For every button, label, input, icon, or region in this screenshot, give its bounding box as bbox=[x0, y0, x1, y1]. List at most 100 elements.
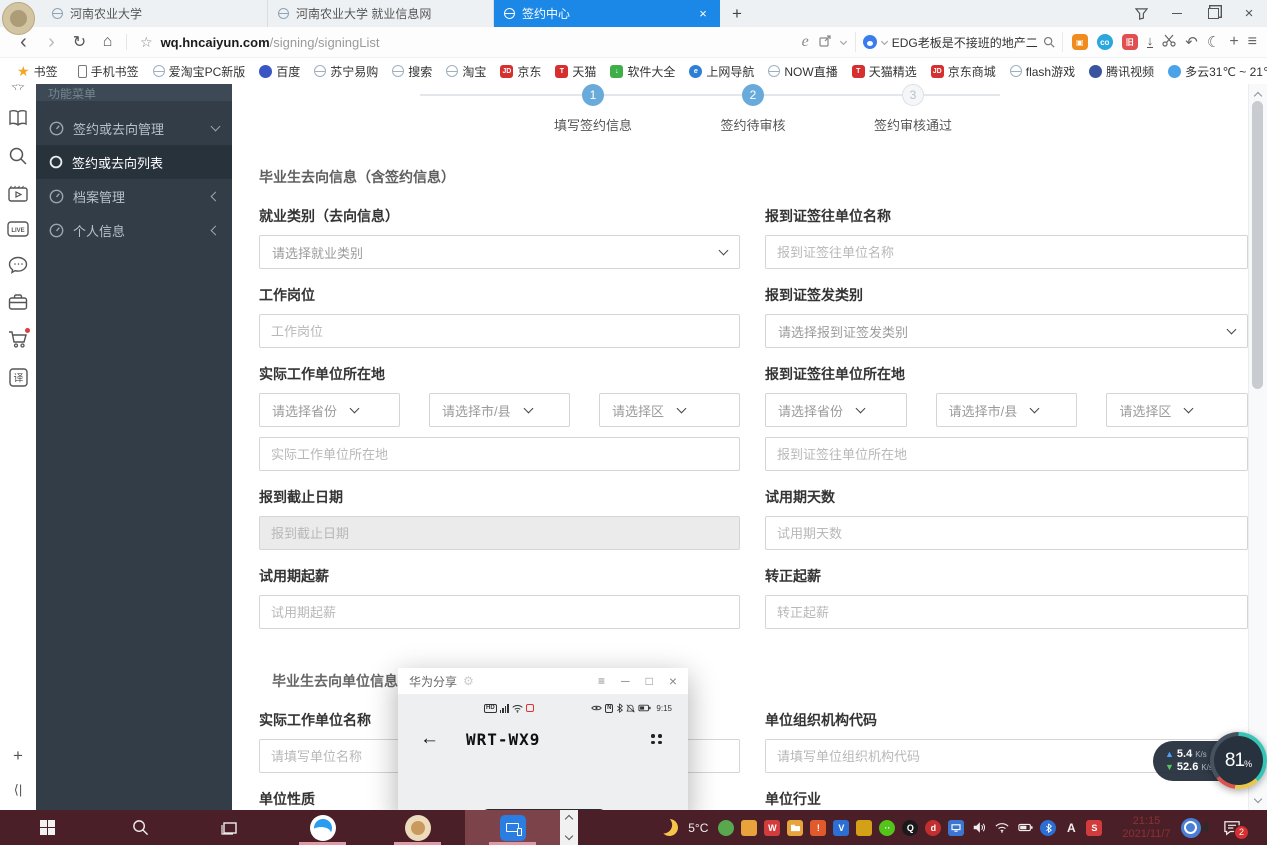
bookmark-item[interactable]: 爱淘宝PC新版 bbox=[146, 63, 253, 80]
close-button[interactable]: × bbox=[1231, 0, 1267, 27]
start-button[interactable] bbox=[0, 810, 95, 845]
download-icon[interactable]: ↓ bbox=[1147, 36, 1154, 48]
task-view-button[interactable] bbox=[185, 810, 275, 845]
add-icon[interactable]: + bbox=[1229, 33, 1238, 51]
bookmark-item[interactable]: T天猫 bbox=[548, 63, 603, 80]
work-city-select[interactable]: 请选择市/县 bbox=[429, 393, 570, 427]
bookmark-item[interactable]: JD京东商城 bbox=[924, 63, 1003, 80]
cart-icon[interactable] bbox=[8, 330, 28, 349]
bookmark-item[interactable]: 淘宝 bbox=[439, 63, 493, 80]
bookmark-item[interactable]: 手机书签 bbox=[71, 63, 146, 80]
red-app-icon[interactable]: 旧 bbox=[1122, 34, 1138, 50]
search-icon[interactable] bbox=[8, 146, 28, 166]
weather-temperature[interactable]: 5°C bbox=[688, 821, 708, 835]
restore-button[interactable] bbox=[1195, 0, 1231, 27]
tab-jobs-site[interactable]: 河南农业大学 就业信息网 bbox=[268, 0, 494, 27]
chat-icon[interactable] bbox=[8, 256, 28, 274]
work-address-input[interactable] bbox=[259, 437, 740, 471]
tray-icon-orange-shield[interactable]: ! bbox=[810, 820, 826, 836]
scroll-up-icon[interactable] bbox=[565, 815, 573, 823]
job-position-input[interactable] bbox=[259, 314, 740, 348]
video-icon[interactable] bbox=[8, 185, 28, 202]
sidebar-item-signing-list[interactable]: 签约或去向列表 bbox=[36, 145, 232, 179]
gear-icon[interactable]: ⚙ bbox=[463, 674, 474, 688]
tray-icon-screen-share[interactable] bbox=[948, 820, 964, 836]
scroll-down-arrow[interactable] bbox=[1249, 793, 1267, 807]
report-address-input[interactable] bbox=[765, 437, 1248, 471]
tab-university[interactable]: 河南农业大学 bbox=[42, 0, 268, 27]
tray-icon-blue-shield[interactable]: V bbox=[833, 820, 849, 836]
scrollbar-thumb[interactable] bbox=[1252, 101, 1263, 389]
tab-close-icon[interactable]: × bbox=[696, 6, 710, 21]
translate-icon[interactable]: 译 bbox=[9, 368, 28, 387]
bookmark-star-icon[interactable]: ☆ bbox=[140, 34, 153, 51]
taskbar-app-browser[interactable] bbox=[275, 810, 370, 845]
scroll-up-arrow[interactable] bbox=[1249, 87, 1267, 101]
bookmark-item[interactable]: NOW直播 bbox=[761, 63, 844, 80]
add-panel-icon[interactable]: + bbox=[13, 746, 23, 766]
memory-gauge[interactable]: 81% bbox=[1210, 732, 1267, 789]
undo-icon[interactable]: ↶ bbox=[1185, 33, 1198, 51]
address-bar[interactable]: ☆ wq.hncaiyun.com/signing/signingList bbox=[140, 34, 793, 51]
bookmark-item[interactable]: 搜索 bbox=[385, 63, 439, 80]
screenshot-scissors-icon[interactable] bbox=[1162, 34, 1176, 50]
taskbar-app-avatar[interactable] bbox=[370, 810, 465, 845]
bluetooth-icon[interactable] bbox=[1040, 820, 1056, 836]
forward-button[interactable]: › bbox=[38, 29, 65, 56]
favorites-icon[interactable]: ☆ bbox=[10, 84, 25, 90]
battery-icon[interactable] bbox=[1017, 820, 1033, 836]
share-icon[interactable] bbox=[818, 34, 832, 51]
tab-signing-center[interactable]: 签约中心 × bbox=[494, 0, 720, 27]
new-tab-button[interactable]: + bbox=[720, 0, 754, 27]
tray-icon-gold-shield[interactable] bbox=[856, 820, 872, 836]
taskbar-app-huawei-share[interactable] bbox=[465, 810, 560, 845]
home-button[interactable]: ⌂ bbox=[94, 29, 121, 56]
page-scrollbar[interactable] bbox=[1248, 84, 1267, 810]
night-mode-icon[interactable]: ☾ bbox=[1207, 33, 1220, 51]
chevron-down-icon[interactable] bbox=[840, 37, 847, 44]
scroll-down-icon[interactable] bbox=[565, 832, 573, 840]
bookmark-item[interactable]: 腾讯视频 bbox=[1082, 63, 1161, 80]
game-center-icon[interactable]: ▣ bbox=[1072, 34, 1088, 50]
bookmark-item[interactable]: ↓软件大全 bbox=[603, 63, 682, 80]
ime-icon[interactable]: A bbox=[1063, 820, 1079, 836]
ie-compat-icon[interactable]: e bbox=[802, 33, 809, 51]
sidebar-item-personal-info[interactable]: 个人信息 bbox=[36, 213, 232, 247]
bookmark-item[interactable]: 多云31℃ ~ 21℃ bbox=[1161, 63, 1267, 80]
report-city-select[interactable]: 请选择市/县 bbox=[936, 393, 1078, 427]
close-button[interactable]: × bbox=[669, 673, 677, 689]
tray-icon-qq[interactable]: Q bbox=[902, 820, 918, 836]
night-mode-moon-icon[interactable] bbox=[659, 817, 680, 838]
menu-icon[interactable]: ≡ bbox=[1248, 33, 1257, 51]
back-arrow-icon[interactable]: ← bbox=[420, 728, 439, 750]
taskbar-search-button[interactable] bbox=[95, 810, 185, 845]
tray-icon-green[interactable] bbox=[718, 820, 734, 836]
menu-icon[interactable]: ≡ bbox=[598, 674, 605, 688]
action-center-button[interactable]: 2 bbox=[1223, 820, 1241, 836]
sidebar-item-signing-management[interactable]: 签约或去向管理 bbox=[36, 111, 232, 145]
network-icon[interactable] bbox=[994, 820, 1010, 836]
collapse-rail-icon[interactable]: ⟨| bbox=[14, 782, 22, 798]
tray-icon-douyin[interactable]: d bbox=[925, 820, 941, 836]
report-province-select[interactable]: 请选择省份 bbox=[765, 393, 907, 427]
report-unit-name-input[interactable] bbox=[765, 235, 1248, 269]
browser-search-box[interactable]: EDG老板是不接班的地产二 bbox=[855, 32, 1063, 52]
funnel-icon[interactable] bbox=[1123, 0, 1159, 27]
speaker-icon[interactable] bbox=[971, 820, 987, 836]
work-province-select[interactable]: 请选择省份 bbox=[259, 393, 400, 427]
minimize-button[interactable] bbox=[1159, 0, 1195, 27]
link-app-icon[interactable] bbox=[1181, 818, 1201, 838]
maximize-button[interactable]: □ bbox=[646, 674, 653, 688]
taskbar-scroll-strip[interactable] bbox=[560, 810, 578, 845]
employment-type-select[interactable]: 请选择就业类别 bbox=[259, 235, 740, 269]
grid-menu-icon[interactable] bbox=[651, 734, 662, 744]
probation-days-input[interactable] bbox=[765, 516, 1248, 550]
bookmark-item[interactable]: T天猫精选 bbox=[845, 63, 924, 80]
bookmark-item[interactable]: 百度 bbox=[252, 63, 307, 80]
taskbar-clock[interactable]: 21:15 2021/11/7 bbox=[1122, 815, 1170, 841]
briefcase-icon[interactable] bbox=[8, 293, 28, 311]
chevron-down-icon[interactable] bbox=[881, 37, 888, 44]
tray-icon-wps[interactable]: W bbox=[764, 820, 780, 836]
search-hotword[interactable]: EDG老板是不接班的地产二 bbox=[892, 34, 1038, 51]
tray-icon-wechat[interactable]: ·· bbox=[879, 820, 895, 836]
